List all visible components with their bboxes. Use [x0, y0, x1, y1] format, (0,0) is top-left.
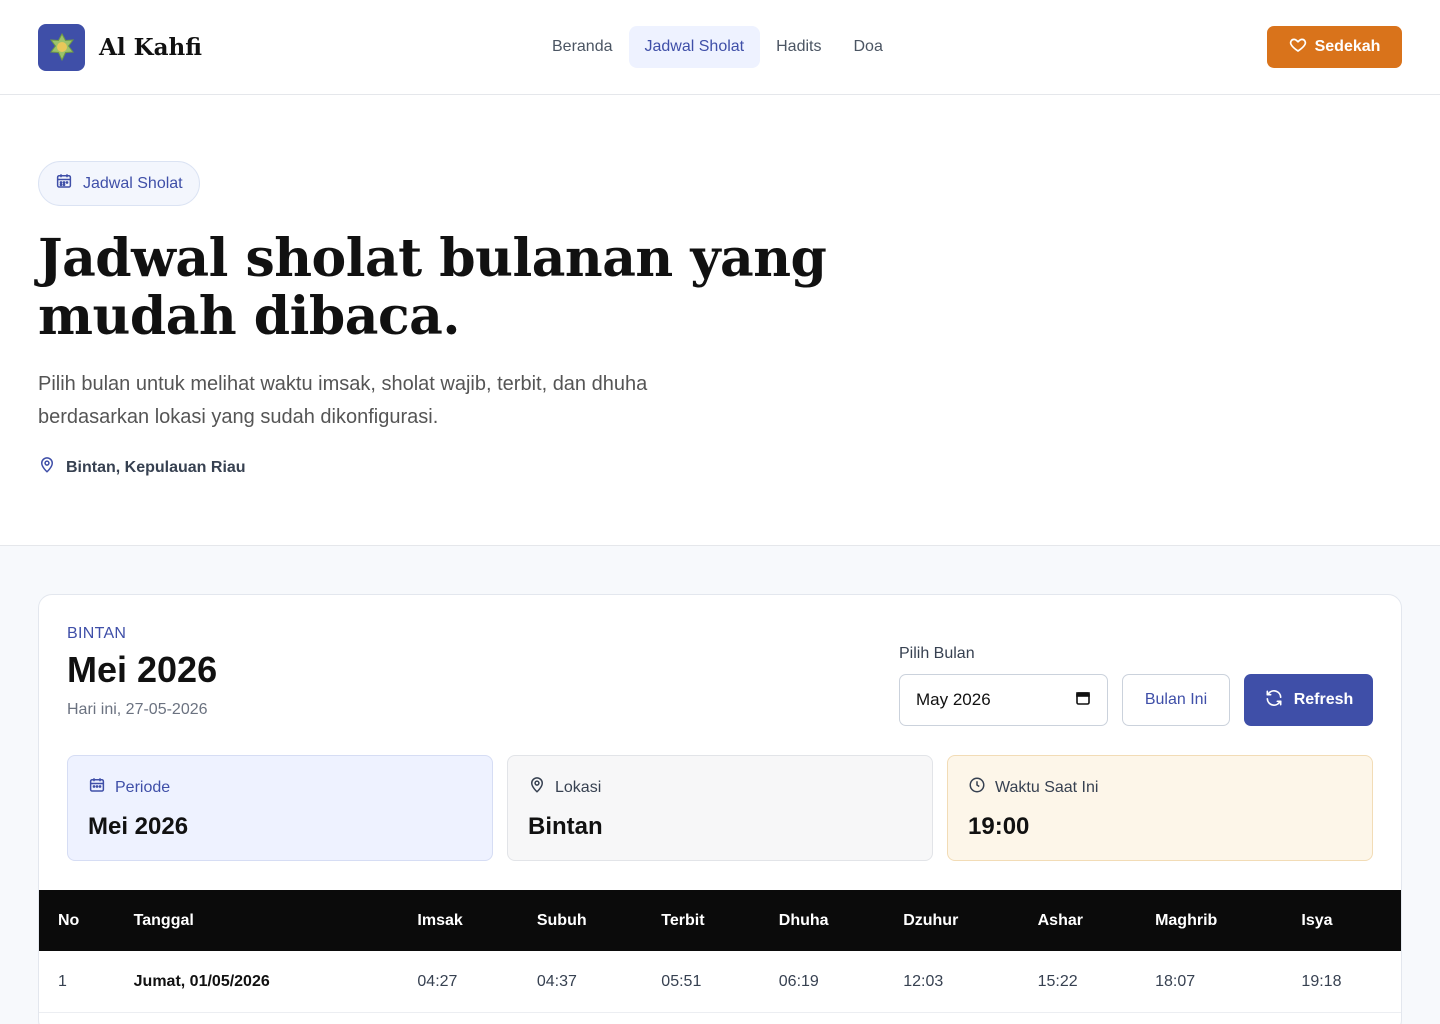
th-terbit: Terbit	[661, 911, 705, 929]
calendar-icon	[55, 172, 73, 195]
month-controls: Pilih Bulan May 2026 Bulan Ini Refresh	[899, 645, 1373, 726]
nav-beranda[interactable]: Beranda	[536, 26, 629, 68]
th-isya: Isya	[1301, 911, 1333, 929]
nav-jadwal-sholat[interactable]: Jadwal Sholat	[628, 26, 761, 68]
info-row: Periode Mei 2026 Lokasi Bintan Waktu Saa…	[39, 755, 1401, 861]
top-header: Al Kahfi Beranda Jadwal Sholat Hadits Do…	[0, 0, 1440, 95]
hero-section: Jadwal Sholat Jadwal sholat bulanan yang…	[0, 95, 1440, 546]
page-title: Jadwal sholat bulanan yang mudah dibaca.	[38, 228, 827, 347]
cell-no: 1	[58, 972, 67, 990]
location-value: Bintan	[528, 813, 603, 840]
nav-hadits[interactable]: Hadits	[760, 26, 837, 68]
period-label: Periode	[115, 778, 171, 796]
time-value: 19:00	[968, 813, 1030, 840]
mosque-star-icon	[38, 23, 85, 71]
th-subuh: Subuh	[536, 911, 587, 929]
schedule-section: BINTAN Mei 2026 Hari ini, 27-05-2026 Pil…	[0, 546, 1440, 1024]
cell-dhuha: 06:19	[778, 972, 819, 990]
nav-doa[interactable]: Doa	[837, 26, 898, 68]
cell-isya: 19:18	[1301, 972, 1342, 990]
period-card: Periode Mei 2026	[67, 755, 493, 861]
cell-subuh: 04:37	[536, 972, 577, 990]
schedule-header: BINTAN Mei 2026 Hari ini, 27-05-2026 Pil…	[39, 595, 1401, 755]
prayer-table: No Tanggal Imsak Subuh Terbit Dhuha Dzuh…	[39, 890, 1401, 1013]
th-tanggal: Tanggal	[133, 911, 194, 929]
time-label-row: Waktu Saat Ini	[968, 776, 1352, 799]
cell-tanggal: Jumat, 01/05/2026	[133, 972, 270, 990]
map-pin-icon	[38, 456, 56, 479]
schedule-card: BINTAN Mei 2026 Hari ini, 27-05-2026 Pil…	[38, 594, 1402, 1024]
calendar-icon	[88, 776, 106, 799]
cell-dzuhur: 12:03	[903, 972, 944, 990]
main-nav: Beranda Jadwal Sholat Hadits Doa	[536, 26, 899, 68]
period-label-row: Periode	[88, 776, 472, 799]
hero-location-text: Bintan, Kepulauan Riau	[66, 458, 246, 476]
period-value: Mei 2026	[88, 813, 189, 840]
donate-label: Sedekah	[1314, 38, 1381, 55]
brand[interactable]: Al Kahfi	[38, 23, 202, 71]
month-picker-value: May 2026	[916, 690, 991, 709]
cell-imsak: 04:27	[417, 972, 458, 990]
location-card: Lokasi Bintan	[507, 755, 933, 861]
calendar-picker-icon[interactable]	[1075, 690, 1091, 711]
map-pin-icon	[528, 776, 546, 799]
month-picker-input[interactable]: May 2026	[899, 674, 1108, 726]
refresh-label: Refresh	[1293, 691, 1354, 708]
hero-location: Bintan, Kepulauan Riau	[38, 456, 1402, 479]
table-row: 1 Jumat, 01/05/2026 04:27 04:37 05:51 06…	[39, 951, 1401, 1013]
clock-icon	[968, 776, 986, 799]
brand-name: Al Kahfi	[99, 33, 202, 61]
location-label: Lokasi	[555, 778, 602, 796]
location-label-row: Lokasi	[528, 776, 912, 799]
th-dzuhur: Dzuhur	[903, 911, 959, 929]
hero-description: Pilih bulan untuk melihat waktu imsak, s…	[38, 373, 648, 428]
heart-icon	[1289, 36, 1307, 59]
table-header: No Tanggal Imsak Subuh Terbit Dhuha Dzuh…	[39, 890, 1401, 951]
city-kicker: BINTAN	[67, 625, 127, 642]
time-label: Waktu Saat Ini	[995, 778, 1099, 796]
donate-button[interactable]: Sedekah	[1267, 26, 1402, 68]
cell-ashar: 15:22	[1037, 972, 1078, 990]
refresh-icon	[1264, 688, 1284, 713]
month-picker-label: Pilih Bulan	[899, 645, 975, 662]
cell-maghrib: 18:07	[1155, 972, 1196, 990]
refresh-button[interactable]: Refresh	[1244, 674, 1373, 726]
th-ashar: Ashar	[1037, 911, 1083, 929]
th-dhuha: Dhuha	[778, 911, 829, 929]
hero-badge-label: Jadwal Sholat	[83, 174, 183, 192]
th-no: No	[58, 911, 80, 929]
th-imsak: Imsak	[417, 911, 463, 929]
hero-badge: Jadwal Sholat	[38, 161, 200, 206]
th-maghrib: Maghrib	[1155, 911, 1218, 929]
current-time-card: Waktu Saat Ini 19:00	[947, 755, 1373, 861]
cell-terbit: 05:51	[661, 972, 702, 990]
this-month-button[interactable]: Bulan Ini	[1122, 674, 1230, 726]
